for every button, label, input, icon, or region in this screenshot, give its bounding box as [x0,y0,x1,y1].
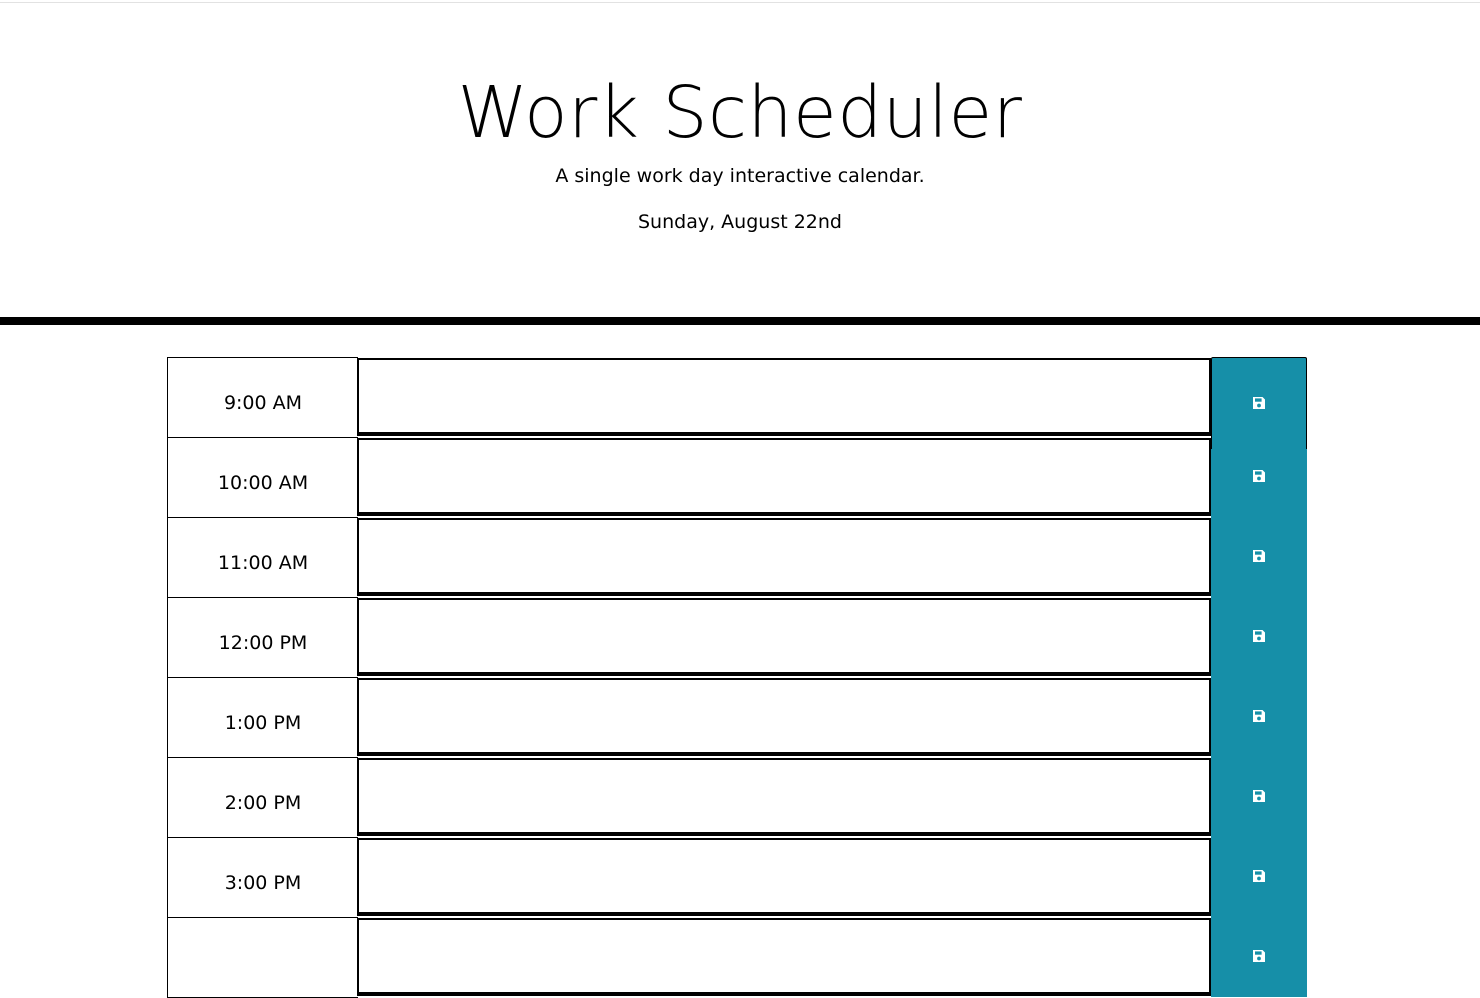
floppy-disk-icon [1253,710,1265,722]
hour-label [167,917,358,998]
hour-label: 2:00 PM [167,757,358,838]
floppy-disk-icon [1253,790,1265,802]
hour-label: 10:00 AM [167,437,358,518]
page-title: Work Scheduler [457,71,1023,154]
save-button[interactable] [1211,517,1307,597]
event-description-input[interactable] [357,518,1211,596]
hour-label: 1:00 PM [167,677,358,758]
schedule-container: 9:00 AM 10:00 AM 11:00 AM 12:00 PM 1:00 … [167,357,1308,998]
current-day: Sunday, August 22nd [638,211,842,233]
event-description-input[interactable] [357,678,1211,756]
time-block: 9:00 AM [167,357,1308,449]
event-description-input[interactable] [357,758,1211,836]
hour-label: 12:00 PM [167,597,358,678]
floppy-disk-icon [1253,630,1265,642]
event-description-input[interactable] [357,598,1211,676]
save-button[interactable] [1211,917,1307,997]
floppy-disk-icon [1253,470,1265,482]
time-block [167,917,1308,998]
save-button[interactable] [1211,597,1307,677]
floppy-disk-icon [1253,950,1265,962]
event-description-input[interactable] [357,438,1211,516]
page-header: Work Scheduler A single work day interac… [0,3,1480,317]
floppy-disk-icon [1253,396,1265,409]
save-button[interactable] [1211,677,1307,757]
hour-label: 11:00 AM [167,517,358,598]
time-block: 1:00 PM [167,677,1308,758]
floppy-disk-icon [1253,550,1265,562]
event-description-input[interactable] [357,918,1211,996]
time-block: 10:00 AM [167,437,1308,518]
time-block: 3:00 PM [167,837,1308,918]
save-button[interactable] [1211,837,1307,917]
save-button[interactable] [1211,757,1307,837]
save-button[interactable] [1211,437,1307,517]
page-subtitle: A single work day interactive calendar. [555,165,925,187]
time-block: 11:00 AM [167,517,1308,598]
time-block: 12:00 PM [167,597,1308,678]
save-button[interactable] [1211,357,1307,449]
header-divider [0,317,1480,325]
hour-label: 9:00 AM [167,357,358,438]
time-block: 2:00 PM [167,757,1308,838]
event-description-input[interactable] [357,358,1211,436]
event-description-input[interactable] [357,838,1211,916]
floppy-disk-icon [1253,870,1265,882]
hour-label: 3:00 PM [167,837,358,918]
